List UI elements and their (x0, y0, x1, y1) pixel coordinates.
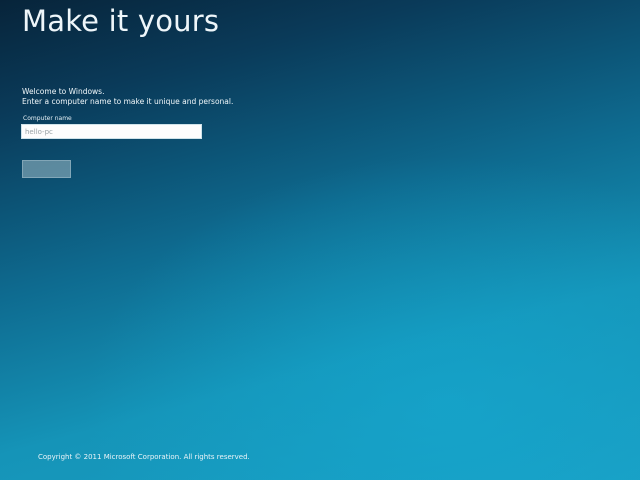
welcome-line: Welcome to Windows. (22, 87, 105, 96)
page-title: Make it yours (22, 4, 220, 38)
intro-text: Welcome to Windows. Enter a computer nam… (22, 87, 233, 107)
next-button[interactable] (22, 160, 71, 178)
instruction-line: Enter a computer name to make it unique … (22, 97, 234, 106)
computer-name-label: Computer name (23, 115, 72, 122)
computer-name-input[interactable] (21, 124, 202, 139)
oobe-screen: Make it yours Welcome to Windows. Enter … (0, 0, 640, 480)
copyright-notice: Copyright © 2011 Microsoft Corporation. … (38, 453, 250, 461)
